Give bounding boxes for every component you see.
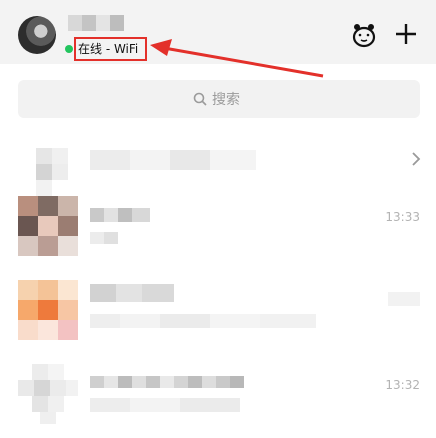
- blurred-avatar: [18, 364, 78, 424]
- message-time: 13:32: [385, 378, 420, 392]
- chevron-right-icon: [412, 152, 421, 166]
- search-icon: [193, 92, 207, 106]
- message-time: 13:33: [385, 210, 420, 224]
- annotation-arrow-icon: [150, 39, 324, 78]
- conversation-row[interactable]: 13:33: [0, 186, 436, 270]
- top-header: 在线 - WiFi: [0, 0, 436, 78]
- search-placeholder: 搜索: [212, 92, 240, 108]
- blurred-avatar: [18, 280, 78, 340]
- plus-icon[interactable]: [394, 22, 418, 46]
- blurred-username: [68, 15, 126, 31]
- conversation-row[interactable]: [0, 270, 436, 354]
- blurred-avatar: [18, 196, 78, 256]
- search-bar[interactable]: 搜索: [18, 80, 420, 118]
- paw-icon[interactable]: [351, 22, 377, 48]
- avatar[interactable]: [18, 16, 56, 54]
- highlight-box: [74, 37, 147, 61]
- conversation-row[interactable]: 13:32: [0, 354, 436, 438]
- online-status-dot: [65, 45, 73, 53]
